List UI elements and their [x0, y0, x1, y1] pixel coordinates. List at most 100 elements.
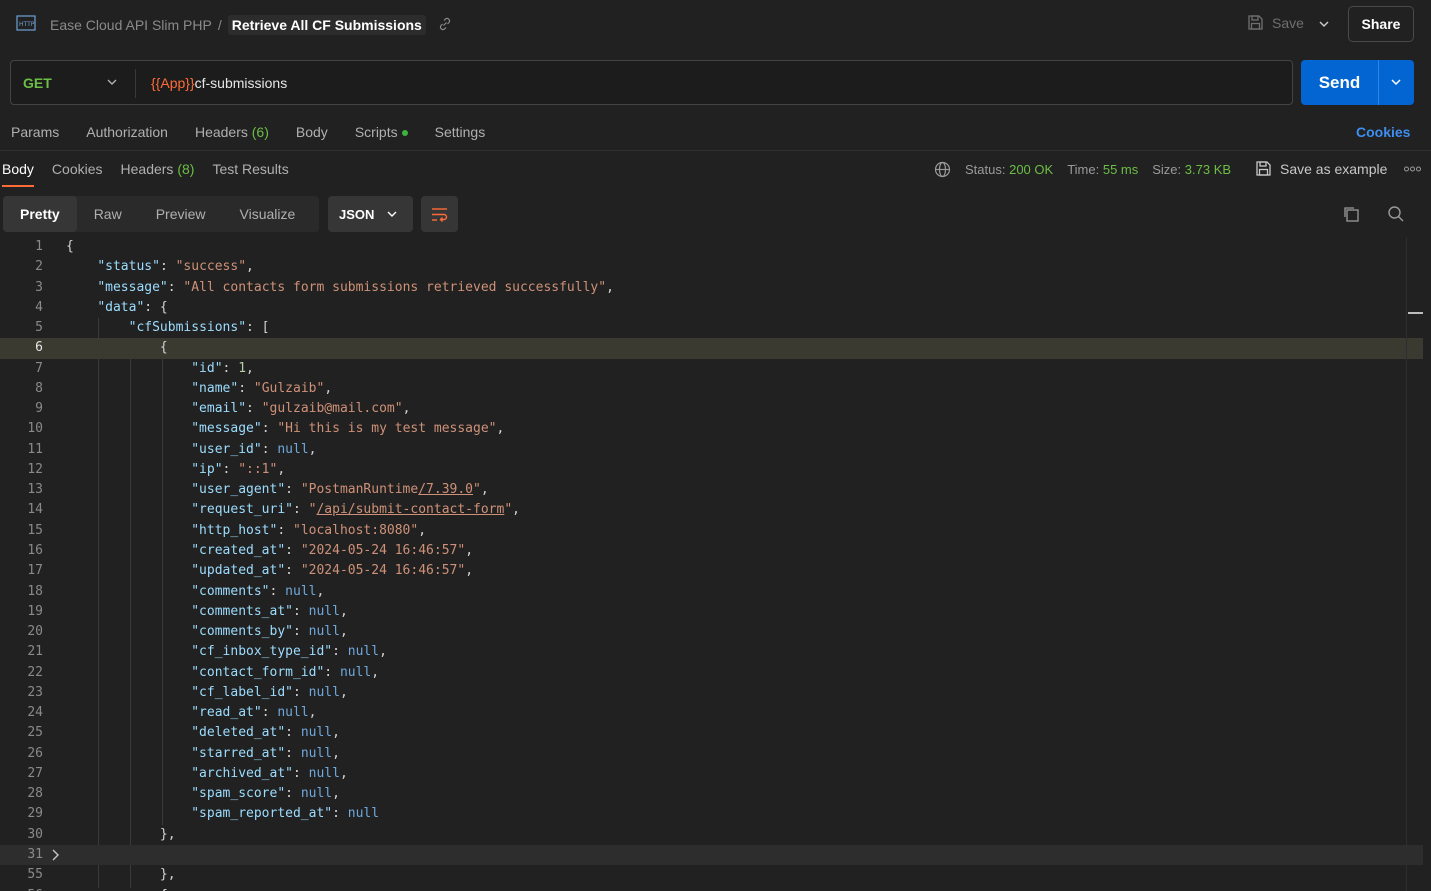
- link-icon[interactable]: [437, 16, 453, 32]
- save-button[interactable]: Save: [1247, 14, 1304, 31]
- divider: [135, 69, 136, 98]
- view-visualize[interactable]: Visualize: [223, 196, 313, 232]
- json-key: data: [105, 299, 137, 315]
- divider: [1378, 60, 1379, 105]
- tab-params[interactable]: Params: [11, 124, 59, 144]
- cookies-link[interactable]: Cookies: [1356, 124, 1410, 140]
- tab-settings[interactable]: Settings: [435, 124, 486, 144]
- view-preview[interactable]: Preview: [139, 196, 223, 232]
- code-line-folded[interactable]: 31 {…: [0, 844, 1423, 891]
- json-value: null: [277, 705, 309, 721]
- save-icon: [1248, 15, 1263, 30]
- view-raw[interactable]: Raw: [77, 196, 139, 232]
- chevron-right-icon[interactable]: [51, 848, 61, 862]
- tab-body[interactable]: Body: [296, 124, 328, 144]
- search-icon[interactable]: [1387, 205, 1405, 223]
- view-pretty[interactable]: Pretty: [3, 196, 77, 232]
- svg-text:HTTP: HTTP: [19, 21, 35, 28]
- code-line: 24 "read_at": null,: [0, 703, 1423, 723]
- code-line: 15 "http_host": "localhost:8080",: [0, 521, 1423, 541]
- share-button[interactable]: Share: [1348, 6, 1414, 42]
- view-mode-group: Pretty Raw Preview Visualize: [3, 196, 319, 232]
- breadcrumb: Ease Cloud API Slim PHP / Retrieve All C…: [50, 15, 426, 35]
- tab-response-headers[interactable]: Headers (8): [121, 161, 195, 187]
- line-number: 26: [27, 745, 43, 761]
- tab-scripts[interactable]: Scripts: [355, 124, 408, 144]
- code-line: 55 },: [0, 865, 1423, 885]
- json-value: null: [308, 684, 340, 700]
- code-line: 5 "cfSubmissions": [: [0, 318, 1423, 338]
- code-line-highlighted: 6 {: [0, 338, 1423, 359]
- json-value: null: [339, 664, 372, 680]
- json-value: All contacts form submissions retrieved …: [191, 279, 599, 295]
- url-path: cf-submissions: [194, 75, 288, 91]
- json-value: null: [300, 786, 333, 802]
- chevron-down-icon[interactable]: [105, 75, 119, 89]
- url-input[interactable]: {{App}}cf-submissions: [151, 75, 287, 91]
- code-line: 23 "cf_label_id": null,: [0, 683, 1423, 703]
- chevron-down-icon[interactable]: [1388, 74, 1404, 90]
- code-line: 11 "user_id": null,: [0, 440, 1423, 460]
- code-line: 8 "name": "Gulzaib",: [0, 379, 1423, 399]
- tab-response-body[interactable]: Body: [2, 161, 34, 187]
- code-line: 14 "request_uri": "/api/submit-contact-f…: [0, 500, 1423, 520]
- url-bar: GET {{App}}cf-submissions: [10, 60, 1293, 105]
- format-select[interactable]: JSON: [328, 196, 413, 232]
- json-value: null: [308, 765, 340, 781]
- scrollbar-thumb[interactable]: [1408, 312, 1423, 314]
- status-value[interactable]: 200 OK: [1009, 162, 1053, 177]
- http-icon: HTTP: [16, 15, 36, 31]
- line-number: 29: [27, 806, 43, 822]
- json-value: gulzaib@mail.com: [269, 401, 395, 417]
- tab-response-cookies[interactable]: Cookies: [52, 161, 103, 187]
- json-value: null: [300, 745, 333, 761]
- divider: [0, 150, 1431, 151]
- line-number: 13: [27, 482, 43, 498]
- top-header: HTTP Ease Cloud API Slim PHP / Retrieve …: [0, 0, 1431, 48]
- json-value: null: [308, 624, 340, 640]
- line-number: 21: [27, 644, 43, 660]
- line-number: 23: [27, 684, 43, 700]
- line-number: 19: [27, 603, 43, 619]
- time-value[interactable]: 55 ms: [1103, 162, 1138, 177]
- collection-name[interactable]: Ease Cloud API Slim PHP: [50, 17, 212, 33]
- line-number: 2: [35, 259, 43, 275]
- json-value: Hi this is my test message: [285, 421, 489, 437]
- chevron-down-icon[interactable]: [1314, 14, 1334, 34]
- tab-authorization[interactable]: Authorization: [86, 124, 168, 144]
- code-line: 25 "deleted_at": null,: [0, 723, 1423, 743]
- line-number: 24: [27, 705, 43, 721]
- time-label: Time:: [1067, 162, 1100, 177]
- wrap-lines-button[interactable]: [421, 196, 458, 232]
- copy-icon[interactable]: [1342, 205, 1360, 223]
- json-value: null: [347, 806, 380, 822]
- status-label: Status:: [965, 162, 1006, 177]
- send-button-group: Send: [1301, 60, 1414, 105]
- scrollbar[interactable]: [1406, 237, 1407, 891]
- json-value: 2024-05-24 16:46:57: [308, 542, 458, 558]
- save-as-example-button[interactable]: Save as example: [1255, 160, 1387, 177]
- tab-headers[interactable]: Headers (6): [195, 124, 269, 144]
- line-number: 28: [27, 786, 43, 802]
- json-link[interactable]: /api/submit-contact-form: [316, 502, 504, 517]
- send-button[interactable]: Send: [1301, 60, 1378, 105]
- request-name[interactable]: Retrieve All CF Submissions: [227, 15, 426, 35]
- size-value[interactable]: 3.73 KB: [1185, 162, 1231, 177]
- response-body-code[interactable]: 1{ 2 "status": "success", 3 "message": "…: [0, 237, 1423, 891]
- line-number: 1: [35, 239, 43, 254]
- code-line: 30 },: [0, 825, 1423, 845]
- line-number: 20: [27, 624, 43, 640]
- line-number: 18: [27, 583, 43, 599]
- line-number: 7: [35, 360, 43, 376]
- code-line: 28 "spam_score": null,: [0, 784, 1423, 804]
- method-select[interactable]: GET: [23, 75, 52, 91]
- more-icon[interactable]: [1404, 166, 1421, 172]
- globe-icon[interactable]: [934, 161, 951, 178]
- line-number: 11: [27, 441, 43, 457]
- status-dot: [401, 130, 408, 137]
- json-link[interactable]: /7.39.0: [418, 482, 473, 497]
- json-value: ::1: [246, 461, 270, 477]
- code-line: 3 "message": "All contacts form submissi…: [0, 278, 1423, 298]
- json-value: null: [308, 603, 340, 619]
- tab-test-results[interactable]: Test Results: [212, 161, 288, 187]
